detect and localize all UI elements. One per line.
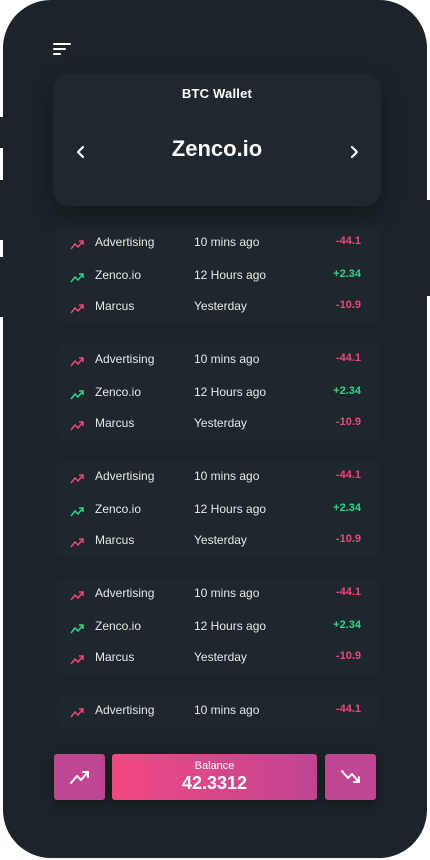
transaction-amount: +2.34: [333, 619, 361, 631]
transaction-name: Marcus: [95, 299, 135, 313]
balance-button[interactable]: Balance 42.3312: [112, 754, 317, 800]
transaction-amount: -10.9: [335, 299, 361, 311]
transaction-amount: +2.34: [333, 385, 361, 397]
transaction-row[interactable]: Zenco.io 12 Hours ago +2.34: [57, 378, 379, 408]
transaction-name: Marcus: [95, 416, 135, 430]
transaction-row[interactable]: Marcus Yesterday -10.9: [57, 292, 379, 322]
transaction-group: Advertising 10 mins ago -44.1 Zenco.io 1…: [57, 344, 379, 440]
transaction-row[interactable]: Zenco.io 12 Hours ago +2.34: [57, 612, 379, 642]
transaction-time: 10 mins ago: [194, 586, 260, 600]
transaction-row[interactable]: Marcus Yesterday -10.9: [57, 643, 379, 673]
phone-screen: BTC Wallet Zenco.io Advertising 10 mins …: [3, 0, 427, 858]
trend-down-icon: [70, 301, 84, 314]
bottom-action-bar: Balance 42.3312: [54, 754, 376, 800]
receive-button[interactable]: [325, 754, 376, 800]
transaction-name: Marcus: [95, 533, 135, 547]
transaction-time: Yesterday: [194, 416, 247, 430]
hamburger-menu-icon[interactable]: [53, 43, 73, 57]
transaction-row[interactable]: Marcus Yesterday -10.9: [57, 526, 379, 556]
transaction-row[interactable]: Advertising 10 mins ago -44.1: [57, 579, 379, 609]
transaction-name: Advertising: [95, 235, 155, 249]
trend-down-icon: [70, 418, 84, 431]
transaction-time: 10 mins ago: [194, 352, 260, 366]
transaction-time: Yesterday: [194, 299, 247, 313]
transaction-name: Advertising: [95, 703, 155, 717]
transaction-row[interactable]: Advertising 10 mins ago -44.1: [57, 696, 379, 726]
trend-down-icon: [70, 354, 84, 367]
trend-down-icon: [70, 652, 84, 665]
send-button[interactable]: [54, 754, 105, 800]
transaction-time: 12 Hours ago: [194, 385, 267, 399]
balance-label: Balance: [194, 760, 235, 772]
transaction-time: 12 Hours ago: [194, 268, 267, 282]
transaction-name: Zenco.io: [95, 502, 142, 516]
transaction-name: Marcus: [95, 650, 135, 664]
chevron-right-icon[interactable]: [344, 142, 364, 162]
trend-up-icon: [70, 504, 84, 517]
transaction-amount: +2.34: [333, 268, 361, 280]
transaction-amount: -10.9: [335, 533, 361, 545]
transaction-amount: +2.34: [333, 502, 361, 514]
wallet-card: BTC Wallet Zenco.io: [53, 74, 381, 206]
trend-up-icon: [70, 621, 84, 634]
transaction-time: Yesterday: [194, 533, 247, 547]
transaction-amount: -44.1: [335, 703, 361, 715]
transaction-group: Advertising 10 mins ago -44.1 Zenco.io 1…: [57, 227, 379, 323]
transaction-amount: -44.1: [335, 352, 361, 364]
transaction-time: 10 mins ago: [194, 235, 260, 249]
balance-value: 42.3312: [181, 773, 248, 793]
transaction-amount: -10.9: [335, 650, 361, 662]
transaction-name: Zenco.io: [95, 619, 142, 633]
trend-down-icon: [70, 471, 84, 484]
transaction-time: 12 Hours ago: [194, 502, 267, 516]
transaction-amount: -44.1: [335, 235, 361, 247]
transaction-row[interactable]: Zenco.io 12 Hours ago +2.34: [57, 495, 379, 525]
transaction-name: Zenco.io: [95, 268, 142, 282]
transaction-time: 10 mins ago: [194, 703, 260, 717]
transaction-name: Advertising: [95, 469, 155, 483]
transaction-group: Advertising 10 mins ago -44.1: [57, 695, 379, 727]
transaction-row[interactable]: Zenco.io 12 Hours ago +2.34: [57, 261, 379, 291]
transaction-time: 10 mins ago: [194, 469, 260, 483]
transaction-row[interactable]: Marcus Yesterday -10.9: [57, 409, 379, 439]
transaction-amount: -44.1: [335, 586, 361, 598]
transaction-name: Advertising: [95, 352, 155, 366]
transaction-amount: -10.9: [335, 416, 361, 428]
transaction-amount: -44.1: [335, 469, 361, 481]
wallet-label: BTC Wallet: [181, 86, 253, 101]
transaction-row[interactable]: Advertising 10 mins ago -44.1: [57, 345, 379, 375]
transaction-name: Zenco.io: [95, 385, 142, 399]
wallet-name: Zenco.io: [171, 136, 263, 161]
trend-down-icon: [70, 535, 84, 548]
transaction-time: Yesterday: [194, 650, 247, 664]
transaction-row[interactable]: Advertising 10 mins ago -44.1: [57, 462, 379, 492]
transaction-row[interactable]: Advertising 10 mins ago -44.1: [57, 228, 379, 258]
transaction-group: Advertising 10 mins ago -44.1 Zenco.io 1…: [57, 578, 379, 674]
transaction-time: 12 Hours ago: [194, 619, 267, 633]
trend-down-icon: [70, 705, 84, 718]
trend-down-icon: [70, 237, 84, 250]
transaction-name: Advertising: [95, 586, 155, 600]
trend-up-icon: [70, 270, 84, 283]
trend-up-icon: [70, 387, 84, 400]
transaction-group: Advertising 10 mins ago -44.1 Zenco.io 1…: [57, 461, 379, 557]
trend-down-icon: [70, 588, 84, 601]
